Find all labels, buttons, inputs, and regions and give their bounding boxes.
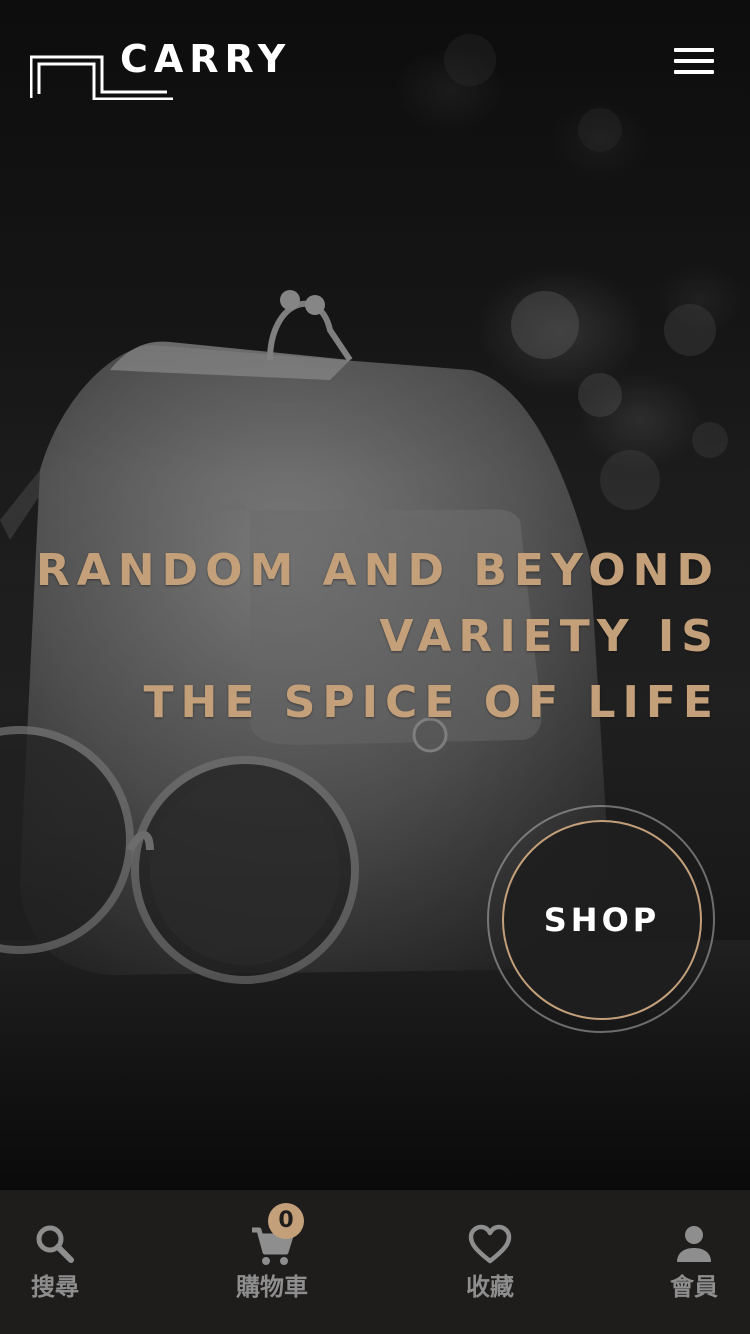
hamburger-menu-icon[interactable]	[674, 48, 714, 76]
nav-item-favorites[interactable]: 收藏	[410, 1190, 570, 1334]
nav-label-search: 搜尋	[31, 1273, 79, 1301]
headline-line-2: VARIETY IS	[379, 611, 720, 662]
nav-label-favorites: 收藏	[466, 1273, 514, 1301]
home-page: CARRY RANDOM AND BEYOND VARIETY IS THE S…	[0, 0, 750, 1334]
brand-name: CARRY	[120, 37, 292, 81]
hero-headline: RANDOM AND BEYOND VARIETY IS THE SPICE O…	[20, 538, 720, 736]
menu-line	[674, 48, 714, 52]
nav-label-cart: 購物車	[236, 1273, 308, 1301]
nav-item-member[interactable]: 會員	[614, 1190, 750, 1334]
bottom-nav: 搜尋 購物車 收藏 會員	[0, 1190, 750, 1334]
headline-line-1: RANDOM AND BEYOND	[35, 545, 720, 596]
menu-line	[674, 70, 714, 74]
menu-line	[674, 59, 714, 63]
nav-label-member: 會員	[670, 1273, 718, 1301]
user-icon	[677, 1226, 711, 1262]
heart-icon	[468, 1224, 512, 1264]
shop-button[interactable]: SHOP	[502, 820, 702, 1020]
search-icon	[36, 1225, 74, 1263]
brand-logo[interactable]: CARRY	[30, 38, 290, 100]
nav-item-search[interactable]: 搜尋	[0, 1190, 135, 1334]
cart-count-badge: 0	[268, 1203, 304, 1239]
headline-line-3: THE SPICE OF LIFE	[143, 677, 720, 728]
